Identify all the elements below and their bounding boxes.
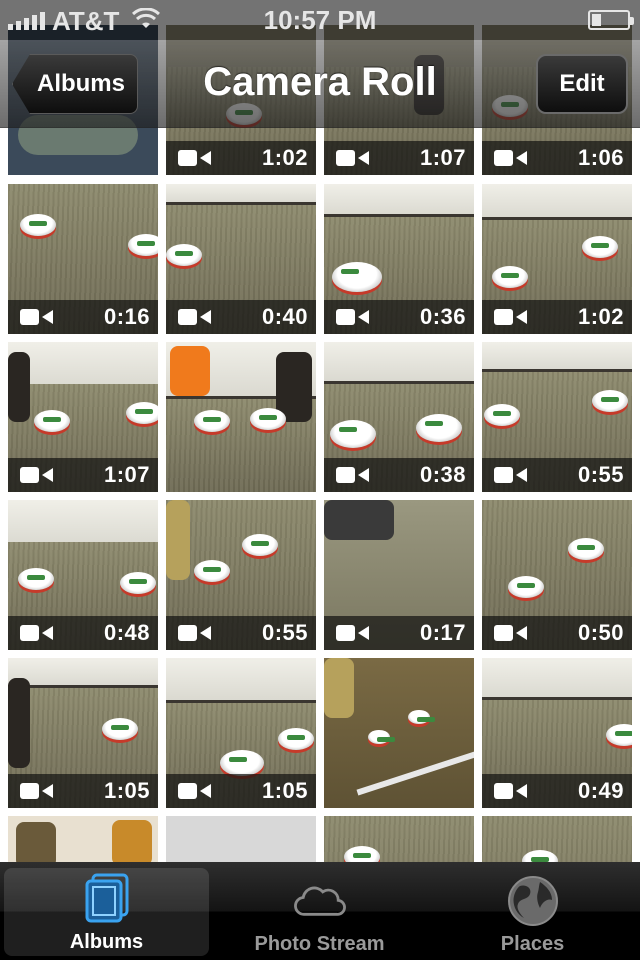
- video-camera-icon: [336, 309, 370, 325]
- battery-icon: [588, 10, 634, 30]
- video-duration: 0:38: [419, 462, 466, 487]
- video-camera-icon: [494, 309, 528, 325]
- video-duration: 0:40: [261, 304, 308, 329]
- video-duration: 0:55: [577, 462, 624, 487]
- video-thumbnail[interactable]: 0:36: [324, 184, 474, 334]
- video-thumbnail[interactable]: 1:05: [166, 658, 316, 808]
- video-duration: 0:50: [577, 620, 624, 645]
- status-time: 10:57 PM: [263, 5, 377, 35]
- video-camera-icon: [178, 625, 212, 641]
- video-duration: 1:07: [103, 462, 150, 487]
- video-thumbnail[interactable]: 0:17: [324, 500, 474, 650]
- video-camera-icon: [494, 625, 528, 641]
- video-duration: 0:55: [261, 620, 308, 645]
- tab-bar: Albums Photo Stream Places: [0, 862, 640, 960]
- video-thumbnail[interactable]: 0:55: [482, 342, 632, 492]
- video-thumbnail[interactable]: 0:48: [8, 500, 158, 650]
- video-camera-icon: [20, 309, 54, 325]
- video-duration: 1:05: [103, 778, 150, 803]
- video-thumbnail[interactable]: 0:16: [8, 184, 158, 334]
- video-thumbnail[interactable]: 1:05: [8, 658, 158, 808]
- photo-thumbnail[interactable]: [166, 342, 316, 492]
- tab-label: Albums: [69, 931, 144, 953]
- video-camera-icon: [178, 150, 212, 166]
- tab-photo-stream[interactable]: Photo Stream: [213, 862, 426, 960]
- albums-icon: [79, 871, 135, 927]
- video-duration: 1:05: [261, 778, 308, 803]
- video-thumbnail[interactable]: 0:49: [482, 658, 632, 808]
- video-camera-icon: [20, 625, 54, 641]
- video-duration: 1:02: [577, 304, 624, 329]
- photo-grid: 1:02 1:07 1:06 0:16 0:40 0:36 1:02 1:07 …: [0, 0, 640, 960]
- status-bar: AT&T 10:57 PM: [0, 0, 640, 40]
- video-thumbnail[interactable]: 0:50: [482, 500, 632, 650]
- video-camera-icon: [178, 783, 212, 799]
- video-thumbnail[interactable]: 0:55: [166, 500, 316, 650]
- video-camera-icon: [494, 467, 528, 483]
- video-duration: 0:48: [103, 620, 150, 645]
- tab-places[interactable]: Places: [426, 862, 639, 960]
- video-duration: 1:02: [261, 145, 308, 170]
- globe-icon: [505, 873, 561, 929]
- edit-button[interactable]: Edit: [536, 54, 628, 114]
- video-camera-icon: [178, 309, 212, 325]
- video-camera-icon: [494, 150, 528, 166]
- video-camera-icon: [336, 467, 370, 483]
- video-thumbnail[interactable]: 1:02: [482, 184, 632, 334]
- video-thumbnail[interactable]: 1:07: [8, 342, 158, 492]
- photo-thumbnail[interactable]: [324, 658, 474, 808]
- video-duration: 0:36: [419, 304, 466, 329]
- video-camera-icon: [20, 467, 54, 483]
- video-duration: 0:49: [577, 778, 624, 803]
- video-duration: 0:17: [419, 620, 466, 645]
- tab-label: Places: [500, 933, 565, 955]
- video-duration: 1:06: [577, 145, 624, 170]
- video-camera-icon: [20, 783, 54, 799]
- video-duration: 1:07: [419, 145, 466, 170]
- video-camera-icon: [494, 783, 528, 799]
- navigation-bar: Albums Camera Roll Edit: [0, 40, 640, 128]
- video-thumbnail[interactable]: 0:40: [166, 184, 316, 334]
- video-thumbnail[interactable]: 0:38: [324, 342, 474, 492]
- tab-albums[interactable]: Albums: [4, 868, 209, 956]
- cloud-icon: [292, 873, 348, 929]
- video-camera-icon: [336, 625, 370, 641]
- video-duration: 0:16: [103, 304, 150, 329]
- tab-label: Photo Stream: [254, 933, 385, 955]
- video-camera-icon: [336, 150, 370, 166]
